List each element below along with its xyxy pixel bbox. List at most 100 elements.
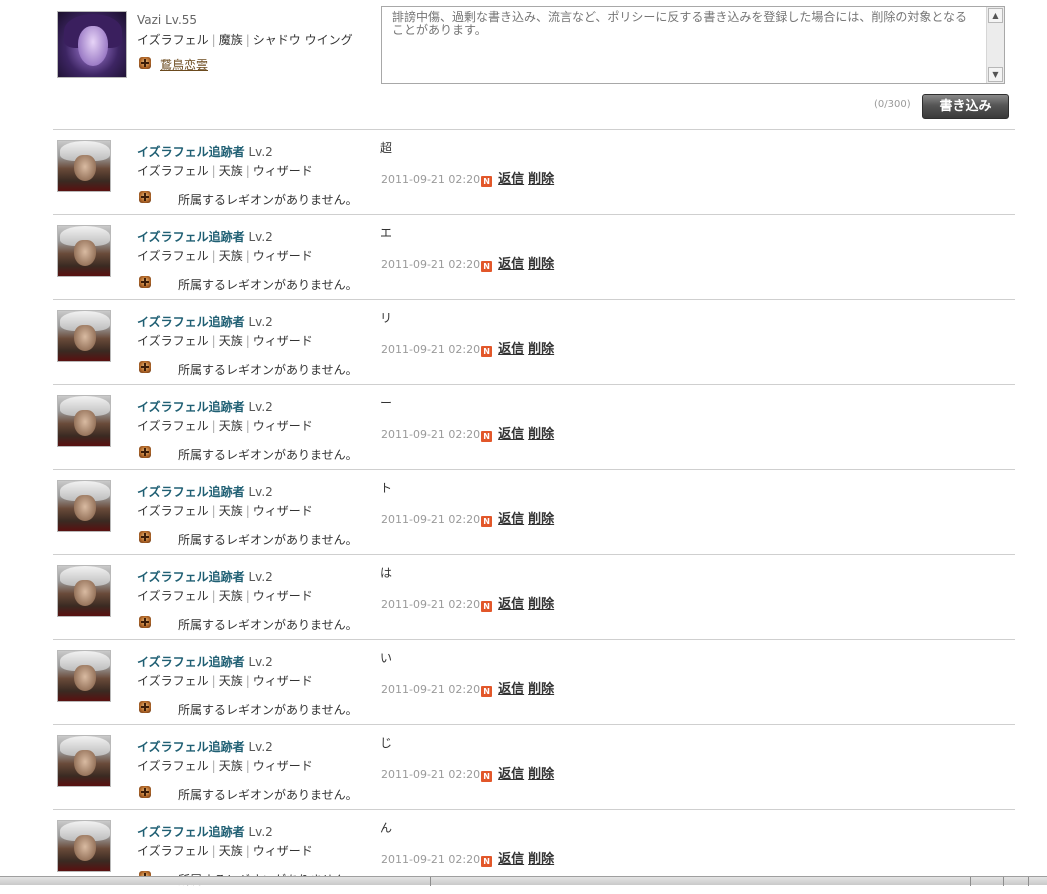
new-badge-icon: N bbox=[481, 431, 493, 442]
comment-meta: 2011-09-21 02:20 N 返信 削除 bbox=[381, 508, 554, 527]
commenter-class: ウィザード bbox=[252, 844, 313, 858]
reply-link[interactable]: 返信 bbox=[498, 852, 524, 867]
commenter-name-link[interactable]: イズラフェル追跡者 bbox=[137, 400, 245, 414]
commenter-name-line: イズラフェル追跡者 Lv.2 bbox=[137, 823, 273, 840]
commenter-server: イズラフェル bbox=[137, 589, 209, 603]
arrow-up-icon[interactable]: ▲ bbox=[988, 8, 1003, 23]
commenter-level: Lv.2 bbox=[248, 485, 273, 499]
comment-text: い bbox=[380, 651, 393, 665]
comment-date: 2011-09-21 02:20 bbox=[381, 173, 481, 186]
delete-link[interactable]: 削除 bbox=[528, 172, 554, 187]
reply-link[interactable]: 返信 bbox=[498, 512, 524, 527]
commenter-race: 天族 bbox=[218, 419, 243, 433]
comment-meta: 2011-09-21 02:20 N 返信 削除 bbox=[381, 593, 554, 612]
comment-item: イズラフェル追跡者 Lv.2イズラフェル|天族|ウィザード所属するレギオンがあり… bbox=[53, 724, 1015, 809]
delete-link[interactable]: 削除 bbox=[528, 427, 554, 442]
delete-link[interactable]: 削除 bbox=[528, 342, 554, 357]
comment-input-scrollbar[interactable]: ▲ ▼ bbox=[986, 7, 1004, 83]
commenter-avatar[interactable] bbox=[57, 225, 111, 277]
commenter-avatar[interactable] bbox=[57, 395, 111, 447]
commenter-name-line: イズラフェル追跡者 Lv.2 bbox=[137, 313, 273, 330]
commenter-avatar[interactable] bbox=[57, 480, 111, 532]
divider: | bbox=[211, 589, 216, 603]
commenter-avatar[interactable] bbox=[57, 735, 111, 787]
divider: | bbox=[245, 844, 250, 858]
comment-meta: 2011-09-21 02:20 N 返信 削除 bbox=[381, 253, 554, 272]
comment-text: リ bbox=[380, 311, 393, 325]
commenter-name-link[interactable]: イズラフェル追跡者 bbox=[137, 230, 245, 244]
divider: | bbox=[211, 504, 216, 518]
divider: | bbox=[211, 419, 216, 433]
commenter-info: イズラフェル | 天族 | ウィザード bbox=[137, 417, 313, 434]
comment-meta: 2011-09-21 02:20 N 返信 削除 bbox=[381, 848, 554, 867]
commenter-avatar[interactable] bbox=[57, 565, 111, 617]
commenter-avatar[interactable] bbox=[57, 140, 111, 192]
avatar-face bbox=[74, 410, 96, 436]
comment-item: イズラフェル追跡者 Lv.2イズラフェル|天族|ウィザード所属するレギオンがあり… bbox=[53, 384, 1015, 469]
commenter-name-link[interactable]: イズラフェル追跡者 bbox=[137, 485, 245, 499]
my-class: シャドウ ウイング bbox=[252, 33, 353, 47]
commenter-class: ウィザード bbox=[252, 249, 313, 263]
my-legion-link[interactable]: 鵞鳥恋雲 bbox=[160, 56, 208, 73]
commenter-level: Lv.2 bbox=[248, 825, 273, 839]
divider: | bbox=[211, 674, 216, 688]
delete-link[interactable]: 削除 bbox=[528, 597, 554, 612]
commenter-server: イズラフェル bbox=[137, 419, 209, 433]
comment-meta: 2011-09-21 02:20 N 返信 削除 bbox=[381, 338, 554, 357]
reply-link[interactable]: 返信 bbox=[498, 682, 524, 697]
legion-emblem-icon bbox=[139, 276, 151, 288]
commenter-level: Lv.2 bbox=[248, 740, 273, 754]
commenter-name-link[interactable]: イズラフェル追跡者 bbox=[137, 570, 245, 584]
legion-emblem-icon bbox=[139, 531, 151, 543]
commenter-name-link[interactable]: イズラフェル追跡者 bbox=[137, 655, 245, 669]
legion-emblem-icon bbox=[139, 57, 151, 69]
legion-emblem-icon bbox=[139, 361, 151, 373]
submit-comment-button[interactable]: 書き込み bbox=[922, 94, 1009, 119]
reply-link[interactable]: 返信 bbox=[498, 767, 524, 782]
my-character-info: イズラフェル | 魔族 | シャドウ ウイング bbox=[137, 31, 353, 48]
commenter-server: イズラフェル bbox=[137, 844, 209, 858]
commenter-server: イズラフェル bbox=[137, 504, 209, 518]
commenter-race: 天族 bbox=[218, 334, 243, 348]
reply-link[interactable]: 返信 bbox=[498, 597, 524, 612]
delete-link[interactable]: 削除 bbox=[528, 512, 554, 527]
comment-input-box: ▲ ▼ bbox=[381, 6, 1005, 84]
divider: | bbox=[211, 844, 216, 858]
delete-link[interactable]: 削除 bbox=[528, 682, 554, 697]
reply-link[interactable]: 返信 bbox=[498, 342, 524, 357]
commenter-name-link[interactable]: イズラフェル追跡者 bbox=[137, 740, 245, 754]
comment-input[interactable] bbox=[382, 7, 985, 83]
commenter-legion: 所属するレギオンがありません。 bbox=[178, 278, 358, 292]
legion-emblem-icon bbox=[139, 191, 151, 203]
commenter-legion: 所属するレギオンがありません。 bbox=[178, 533, 358, 547]
commenter-race: 天族 bbox=[218, 844, 243, 858]
comment-date: 2011-09-21 02:20 bbox=[381, 598, 481, 611]
arrow-down-icon[interactable]: ▼ bbox=[988, 67, 1003, 82]
commenter-server: イズラフェル bbox=[137, 249, 209, 263]
commenter-name-line: イズラフェル追跡者 Lv.2 bbox=[137, 398, 273, 415]
commenter-name-link[interactable]: イズラフェル追跡者 bbox=[137, 315, 245, 329]
avatar-face bbox=[74, 580, 96, 606]
commenter-avatar[interactable] bbox=[57, 650, 111, 702]
my-character-name: Vazi Lv.55 bbox=[137, 13, 197, 27]
reply-link[interactable]: 返信 bbox=[498, 172, 524, 187]
commenter-name-line: イズラフェル追跡者 Lv.2 bbox=[137, 738, 273, 755]
reply-link[interactable]: 返信 bbox=[498, 427, 524, 442]
commenter-race: 天族 bbox=[218, 504, 243, 518]
divider: | bbox=[211, 759, 216, 773]
divider: | bbox=[211, 249, 216, 263]
commenter-avatar[interactable] bbox=[57, 820, 111, 872]
commenter-avatar[interactable] bbox=[57, 310, 111, 362]
divider: | bbox=[245, 164, 250, 178]
new-badge-icon: N bbox=[481, 601, 493, 612]
commenter-class: ウィザード bbox=[252, 334, 313, 348]
comment-date: 2011-09-21 02:20 bbox=[381, 343, 481, 356]
commenter-name-link[interactable]: イズラフェル追跡者 bbox=[137, 145, 245, 159]
delete-link[interactable]: 削除 bbox=[528, 767, 554, 782]
delete-link[interactable]: 削除 bbox=[528, 852, 554, 867]
my-level: Lv.55 bbox=[165, 13, 198, 27]
reply-link[interactable]: 返信 bbox=[498, 257, 524, 272]
commenter-name-link[interactable]: イズラフェル追跡者 bbox=[137, 825, 245, 839]
commenter-class: ウィザード bbox=[252, 164, 313, 178]
delete-link[interactable]: 削除 bbox=[528, 257, 554, 272]
